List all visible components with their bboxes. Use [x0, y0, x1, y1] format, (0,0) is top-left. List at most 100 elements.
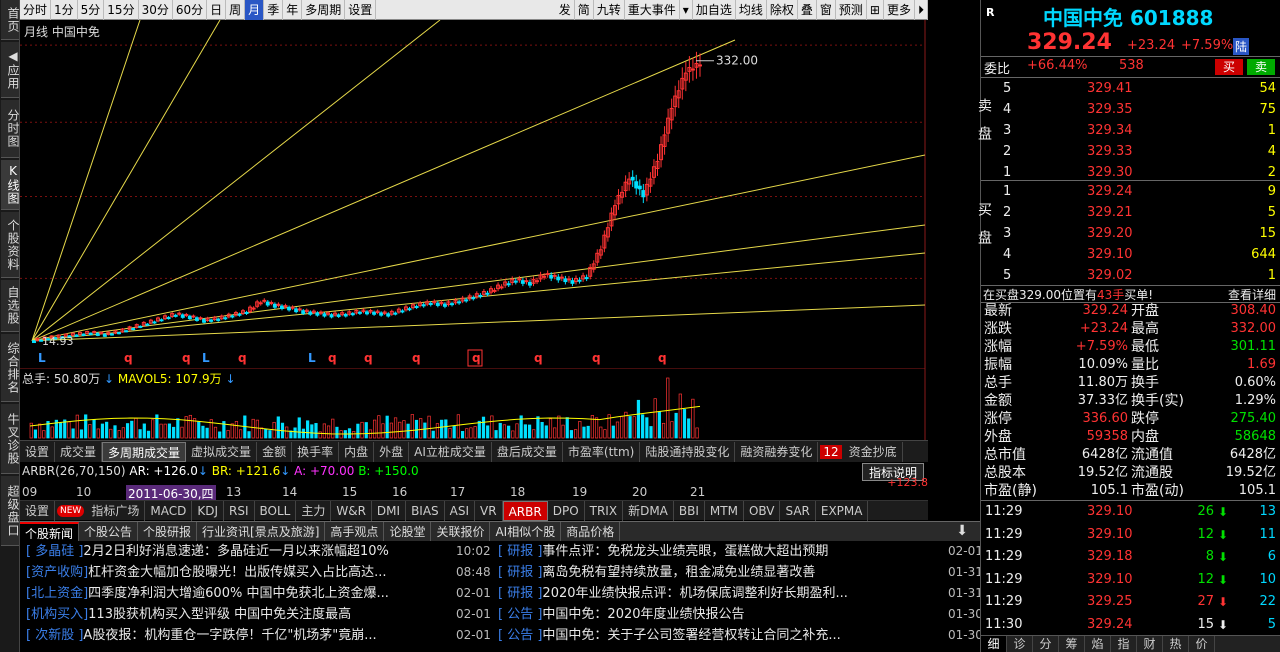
toolbar-action-12[interactable]: 更多 [884, 0, 915, 20]
news-item[interactable]: [ 公告 ] 中国中免：关于子公司签署经营权转让合同之补充... 01-30 [498, 625, 980, 646]
news-item[interactable]: [资产收购] 杠杆资金大幅加仓股曝光！出版传媒买入占比高达... 08:48 [26, 562, 494, 583]
news-tab-5[interactable]: 论股堂 [384, 521, 432, 542]
event-marker[interactable]: q [328, 351, 337, 365]
period-3[interactable]: 15分 [104, 0, 139, 20]
news-tag[interactable]: [ 多晶硅 ] [26, 544, 83, 559]
toolbar-action-13[interactable]: ⏵ [915, 0, 928, 20]
event-marker[interactable]: q [412, 351, 421, 365]
indicator-tab-4[interactable]: KDJ [192, 500, 224, 521]
tab-apps[interactable]: ◀应用 [1, 42, 20, 98]
tab-profile[interactable]: 个股资料 [1, 212, 20, 278]
news-tab-0[interactable]: 个股新闻 [20, 521, 80, 542]
tab-diagnosis[interactable]: 牛叉诊股 [1, 404, 20, 474]
quote-tab-4[interactable]: 焰 [1085, 636, 1111, 652]
news-tab-1[interactable]: 个股公告 [79, 521, 139, 542]
indicator-tab-7[interactable]: 主力 [296, 500, 332, 521]
indicator-tab-14[interactable]: DPO [548, 500, 585, 521]
news-tag[interactable]: [机构买入] [26, 607, 88, 622]
news-title[interactable]: 四季度净利润大增逾600% 中国中免获北上资金爆... [88, 583, 438, 604]
news-title[interactable]: 113股获机构买入型评级 中国中免关注度最高 [88, 604, 438, 625]
tab-watchlist[interactable]: 自选股 [1, 280, 20, 332]
event-marker[interactable]: q [534, 351, 543, 365]
news-tag[interactable]: [ 公告 ] [498, 628, 542, 643]
news-item[interactable]: [机构买入] 113股获机构买入型评级 中国中免关注度最高 02-01 [26, 604, 494, 625]
indicator-tab-2[interactable]: 指标广场 [86, 500, 146, 521]
indicator-tab-0[interactable]: 设置 [20, 500, 56, 521]
ask-price[interactable]: 329.33 [1087, 141, 1133, 162]
news-title[interactable]: 2020年业绩快报点评：机场保底调整利好长期盈利... [542, 583, 904, 604]
indicator-tab-17[interactable]: BBI [674, 500, 705, 521]
indicator-tab-16[interactable]: 新DMA [623, 500, 674, 521]
ask-price[interactable]: 329.35 [1087, 99, 1133, 120]
news-tag[interactable]: [ 研报 ] [498, 544, 542, 559]
period-6[interactable]: 日 [207, 0, 227, 20]
event-marker[interactable]: L [308, 351, 316, 365]
news-title[interactable]: A股夜报：机构重仓一字跌停！千亿"机场茅"竟崩... [83, 625, 433, 646]
kline-chart[interactable]: 349.61262.35178.3285.67332.0014.93LqqLqL… [20, 19, 978, 368]
download-icon[interactable]: ⬇ [956, 523, 968, 539]
period-10[interactable]: 年 [283, 0, 303, 20]
news-tag[interactable]: [ 研报 ] [498, 586, 542, 601]
news-title[interactable]: 事件点评：免税龙头业绩亮眼，蛋糕做大超出预期 [542, 541, 904, 562]
indicator-tab-18[interactable]: MTM [705, 500, 744, 521]
ask-price[interactable]: 329.34 [1087, 120, 1133, 141]
volume-indicator-tab-0[interactable]: 设置 [20, 441, 56, 462]
volume-indicator-tab-11[interactable]: 陆股通持股变化 [640, 441, 736, 462]
news-tab-2[interactable]: 个股研报 [138, 521, 198, 542]
toolbar-action-10[interactable]: 预测 [836, 0, 867, 20]
toolbar-action-2[interactable]: 九转 [594, 0, 625, 20]
news-tab-8[interactable]: 商品价格 [561, 521, 621, 542]
bid-price[interactable]: 329.21 [1087, 202, 1133, 223]
period-5[interactable]: 60分 [173, 0, 208, 20]
event-marker[interactable]: q [124, 351, 133, 365]
period-12[interactable]: 设置 [345, 0, 377, 20]
news-tag[interactable]: [ 研报 ] [498, 565, 542, 580]
indicator-tab-12[interactable]: VR [475, 500, 503, 521]
toolbar-action-6[interactable]: 均线 [736, 0, 767, 20]
quote-tab-0[interactable]: 细 [981, 636, 1007, 652]
indicator-tab-11[interactable]: ASI [445, 500, 476, 521]
volume-indicator-tab-6[interactable]: 内盘 [339, 441, 375, 462]
period-2[interactable]: 5分 [78, 0, 105, 20]
period-9[interactable]: 季 [264, 0, 284, 20]
volume-indicator-tab-5[interactable]: 换手率 [292, 441, 340, 462]
sell-button[interactable]: 卖 [1247, 59, 1276, 75]
indicator-tab-8[interactable]: W&R [331, 500, 372, 521]
event-marker[interactable]: q [364, 351, 373, 365]
volume-indicator-tab-12[interactable]: 融资融券变化 [735, 441, 819, 462]
bid-price[interactable]: 329.02 [1087, 265, 1133, 286]
quote-tab-6[interactable]: 财 [1137, 636, 1163, 652]
event-marker[interactable]: q [472, 351, 481, 365]
indicator-tab-10[interactable]: BIAS [406, 500, 445, 521]
indicator-tab-9[interactable]: DMI [372, 500, 407, 521]
period-1[interactable]: 1分 [51, 0, 78, 20]
stock-name[interactable]: 中国中免 601888 [1043, 2, 1213, 31]
indicator-tab-3[interactable]: MACD [145, 500, 193, 521]
toolbar-action-0[interactable]: 发 [556, 0, 575, 20]
toolbar-action-8[interactable]: 叠 [798, 0, 817, 20]
period-0[interactable]: 分时 [20, 0, 52, 20]
news-item[interactable]: [ 公告 ] 中国中免：2020年度业绩快报公告 01-30 [498, 604, 980, 625]
bid-price[interactable]: 329.20 [1087, 223, 1133, 244]
news-tag[interactable]: [ 次新股 ] [26, 628, 83, 643]
tab-super-board[interactable]: 超级盘口 [1, 476, 20, 546]
volume-indicator-tab-3[interactable]: 虚拟成交量 [186, 441, 258, 462]
news-item[interactable]: [ 次新股 ] A股夜报：机构重仓一字跌停！千亿"机场茅"竟崩... 02-01 [26, 625, 494, 646]
indicator-tab-19[interactable]: OBV [744, 500, 781, 521]
news-item[interactable]: [ 研报 ] 事件点评：免税龙头业绩亮眼，蛋糕做大超出预期 02-01 [498, 541, 980, 562]
volume-indicator-tab-7[interactable]: 外盘 [374, 441, 410, 462]
news-tab-4[interactable]: 高手观点 [325, 521, 385, 542]
news-tag[interactable]: [资产收购] [26, 565, 88, 580]
news-title[interactable]: 中国中免：关于子公司签署经营权转让合同之补充... [542, 625, 904, 646]
bid-price[interactable]: 329.24 [1087, 181, 1133, 202]
quote-tab-3[interactable]: 筹 [1059, 636, 1085, 652]
indicator-tab-6[interactable]: BOLL [255, 500, 297, 521]
news-title[interactable]: 2月2日利好消息速递：多晶硅近一月以来涨幅超10% [83, 541, 433, 562]
news-item[interactable]: [ 研报 ] 2020年业绩快报点评：机场保底调整利好长期盈利... 01-31 [498, 583, 980, 604]
event-marker[interactable]: q [182, 351, 191, 365]
toolbar-action-4[interactable]: ▾ [680, 0, 693, 20]
volume-indicator-tab-1[interactable]: 成交量 [55, 441, 103, 462]
event-marker[interactable]: L [202, 351, 210, 365]
buy-button[interactable]: 买 [1215, 59, 1244, 75]
quote-tab-5[interactable]: 指 [1111, 636, 1137, 652]
